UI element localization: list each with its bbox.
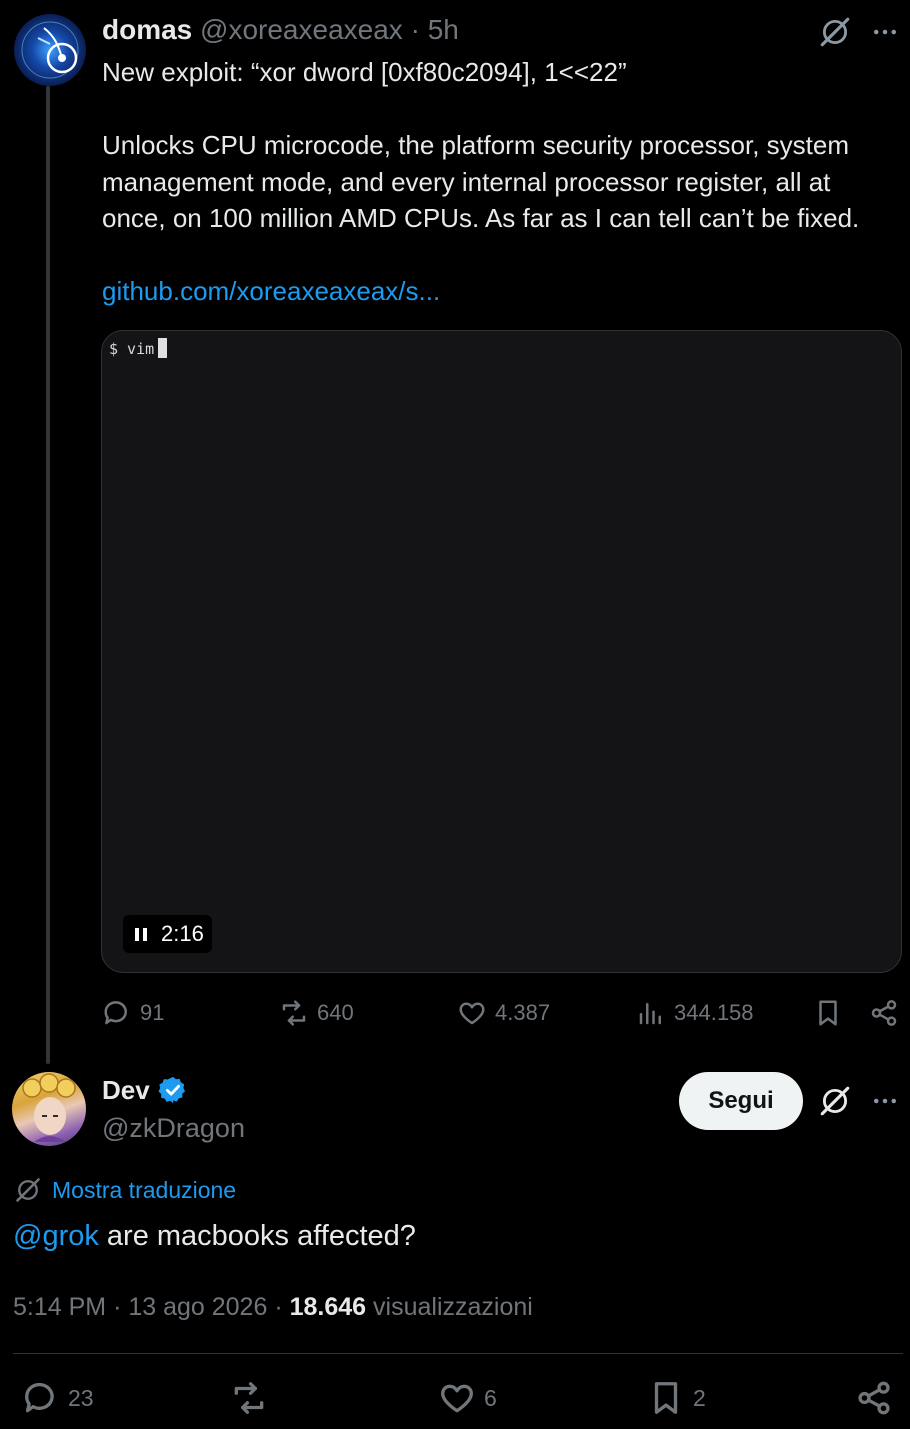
- grok-icon[interactable]: [818, 15, 852, 49]
- avatar-image: [22, 1073, 76, 1142]
- post-author-handle[interactable]: @xoreaxeaxeax: [200, 14, 403, 45]
- post-author-name[interactable]: domas: [102, 14, 192, 45]
- reply-date[interactable]: 13 ago 2026: [128, 1293, 267, 1321]
- meta-separator: ·: [274, 1293, 283, 1321]
- reply-icon: [25, 1382, 54, 1413]
- pause-icon[interactable]: [135, 927, 147, 941]
- like-button[interactable]: 6: [438, 1379, 497, 1417]
- repost-count: 640: [317, 1000, 354, 1025]
- post-text-line: New exploit: “xor dword [0xf80c2094], 1<…: [102, 57, 627, 87]
- show-translation-link[interactable]: Mostra traduzione: [14, 1176, 236, 1204]
- terminal-cursor: [158, 338, 168, 358]
- views-count: 344.158: [674, 1000, 754, 1025]
- reply-meta: 5:14 PM · 13 ago 2026 · 18.646 visualizz…: [13, 1290, 533, 1324]
- like-button[interactable]: 4.387: [457, 998, 550, 1028]
- bookmark-icon: [819, 1000, 837, 1026]
- post-text-line: [102, 237, 902, 274]
- bookmark-button[interactable]: [813, 998, 843, 1028]
- repost-icon: [282, 1000, 306, 1026]
- reply-body: are macbooks affected?: [98, 1220, 416, 1252]
- bookmark-button[interactable]: 2: [647, 1379, 706, 1417]
- avatar-image: [21, 21, 79, 79]
- meta-separator: ·: [113, 1293, 122, 1321]
- post-text-line: once, on 100 million AMD CPUs. As far as…: [102, 203, 860, 233]
- repost-button[interactable]: 640: [279, 998, 354, 1028]
- like-count: 4.387: [495, 1000, 551, 1025]
- share-button[interactable]: [855, 1379, 893, 1417]
- reply-icon: [104, 1001, 127, 1025]
- post-text: New exploit: “xor dword [0xf80c2094], 1<…: [102, 54, 902, 310]
- share-button[interactable]: [869, 998, 899, 1028]
- share-icon: [871, 1000, 897, 1026]
- bookmark-count: 2: [693, 1384, 706, 1411]
- thread-connector-line: [46, 86, 50, 1064]
- post-link[interactable]: github.com/xoreaxeaxeax/s...: [102, 273, 902, 310]
- reply-author-name-row[interactable]: Dev: [102, 1072, 188, 1108]
- translate-icon: [16, 1178, 40, 1202]
- reply-button[interactable]: 23: [22, 1379, 94, 1417]
- reply-author-handle[interactable]: @zkDragon: [102, 1110, 245, 1146]
- video-controls-badge[interactable]: 2:16: [123, 915, 212, 953]
- reply-count: 91: [140, 1000, 165, 1025]
- reply-time[interactable]: 5:14 PM: [13, 1293, 106, 1321]
- repost-icon: [234, 1382, 264, 1414]
- author-avatar[interactable]: [14, 14, 86, 86]
- show-translation-label[interactable]: Mostra traduzione: [52, 1177, 236, 1204]
- views-button[interactable]: 344.158: [636, 998, 754, 1028]
- video-duration: 2:16: [161, 921, 204, 946]
- like-count: 6: [484, 1384, 497, 1411]
- share-icon: [858, 1381, 890, 1415]
- post-author-line: domas @xoreaxeaxeax · 5h: [102, 12, 459, 48]
- repost-button[interactable]: [230, 1379, 268, 1417]
- reply-author-name[interactable]: Dev: [102, 1072, 150, 1108]
- heart-icon: [459, 1002, 485, 1025]
- grok-icon[interactable]: [818, 1084, 852, 1118]
- heart-icon: [441, 1384, 473, 1413]
- bookmark-icon: [654, 1382, 678, 1414]
- verified-badge-icon: [158, 1076, 185, 1104]
- reply-author-avatar[interactable]: [12, 1072, 86, 1146]
- post-text-line: Unlocks CPU microcode, the platform secu…: [102, 130, 850, 160]
- post-text-line: management mode, and every internal proc…: [102, 166, 831, 197]
- video-player[interactable]: $ vim 2:16: [101, 330, 902, 973]
- reply-button[interactable]: 91: [102, 998, 164, 1028]
- post-meta-separator: ·: [410, 14, 420, 45]
- reply-text: @grok are macbooks affected?: [13, 1216, 416, 1256]
- mention-link[interactable]: @grok: [13, 1220, 99, 1252]
- follow-button[interactable]: Segui: [679, 1072, 803, 1130]
- post-timestamp[interactable]: 5h: [428, 14, 459, 45]
- divider: [13, 1353, 903, 1354]
- more-icon[interactable]: [870, 1086, 900, 1116]
- reply-views-label: visualizzazioni: [373, 1293, 533, 1321]
- more-icon[interactable]: [870, 17, 900, 47]
- reply-views-count: 18.646: [289, 1293, 367, 1321]
- post-text-line: [102, 91, 902, 128]
- terminal-prompt: $ vim: [109, 338, 168, 358]
- views-icon: [639, 1003, 661, 1025]
- reply-count: 23: [68, 1384, 94, 1411]
- terminal-prompt-text: $ vim: [109, 340, 155, 358]
